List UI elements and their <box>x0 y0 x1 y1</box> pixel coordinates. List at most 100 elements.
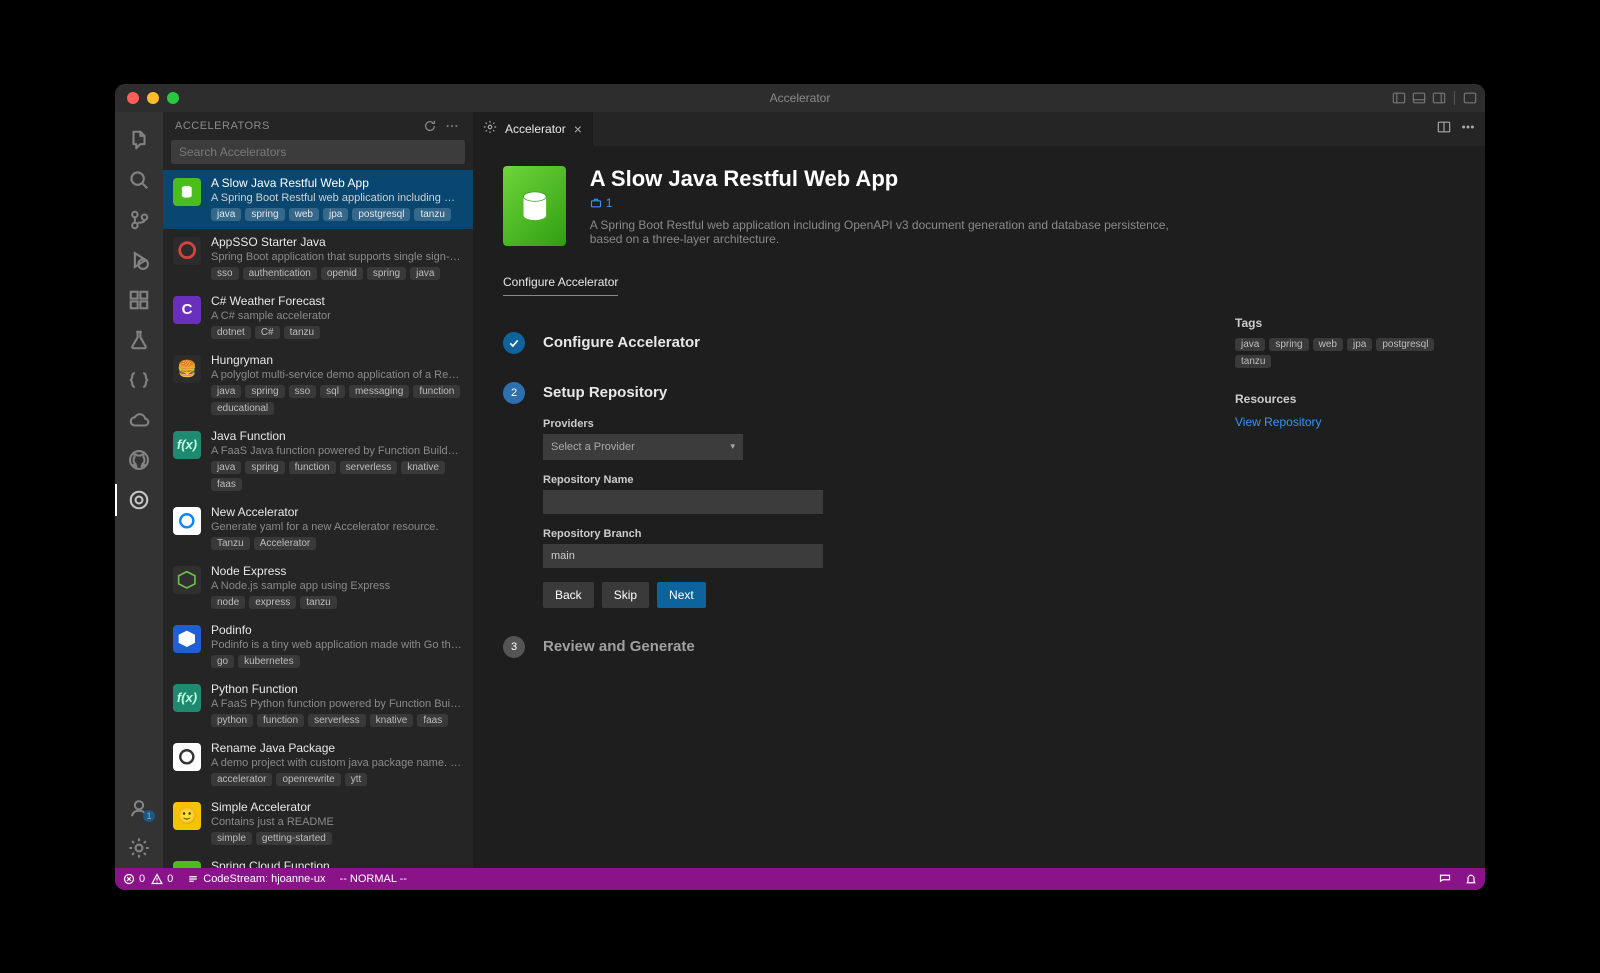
tag[interactable]: Tanzu <box>211 537 250 550</box>
tag[interactable]: accelerator <box>211 773 272 786</box>
tag[interactable]: postgresql <box>1376 338 1434 351</box>
accelerator-item[interactable]: 🙂 Simple Accelerator Contains just a REA… <box>163 794 473 853</box>
accelerator-item[interactable]: f(x) Python Function A FaaS Python funct… <box>163 676 473 735</box>
tag[interactable]: serverless <box>340 461 398 474</box>
tag[interactable]: serverless <box>308 714 366 727</box>
more-icon[interactable] <box>443 117 461 135</box>
extensions-icon[interactable] <box>115 280 163 320</box>
tag[interactable]: spring <box>1269 338 1308 351</box>
tag[interactable]: educational <box>211 402 274 415</box>
layout-left-icon[interactable] <box>1392 91 1406 105</box>
run-debug-icon[interactable] <box>115 240 163 280</box>
accelerator-list[interactable]: A Slow Java Restful Web App A Spring Boo… <box>163 170 473 868</box>
tag[interactable]: simple <box>211 832 252 845</box>
tag[interactable]: node <box>211 596 245 609</box>
tag[interactable]: knative <box>370 714 414 727</box>
split-editor-icon[interactable] <box>1437 120 1451 137</box>
tag[interactable]: sso <box>289 385 317 398</box>
tag[interactable]: messaging <box>349 385 409 398</box>
tag[interactable]: tanzu <box>300 596 336 609</box>
github-icon[interactable] <box>115 440 163 480</box>
tag[interactable]: dotnet <box>211 326 251 339</box>
layout-right-icon[interactable] <box>1432 91 1446 105</box>
tag[interactable]: express <box>249 596 296 609</box>
tag[interactable]: authentication <box>243 267 317 280</box>
accelerator-item[interactable]: C C# Weather Forecast A C# sample accele… <box>163 288 473 347</box>
explorer-icon[interactable] <box>115 120 163 160</box>
tag[interactable]: sql <box>320 385 345 398</box>
status-bell-icon[interactable] <box>1465 873 1477 885</box>
tag[interactable]: tanzu <box>414 208 450 221</box>
repo-name-input[interactable] <box>543 490 823 514</box>
tag[interactable]: sso <box>211 267 239 280</box>
status-codestream[interactable]: CodeStream: hjoanne-ux <box>187 873 325 885</box>
close-icon[interactable]: × <box>574 122 582 136</box>
tag[interactable]: java <box>211 461 241 474</box>
tag[interactable]: jpa <box>323 208 348 221</box>
tag[interactable]: spring <box>245 385 284 398</box>
tag[interactable]: tanzu <box>1235 355 1271 368</box>
tag[interactable]: function <box>289 461 336 474</box>
tag[interactable]: kubernetes <box>238 655 299 668</box>
tag[interactable]: openrewrite <box>276 773 340 786</box>
source-control-icon[interactable] <box>115 200 163 240</box>
tag[interactable]: jpa <box>1347 338 1372 351</box>
repo-branch-input[interactable] <box>543 544 823 568</box>
search-icon[interactable] <box>115 160 163 200</box>
accelerator-item[interactable]: f(x) Java Function A FaaS Java function … <box>163 423 473 499</box>
status-errors[interactable]: 0 <box>123 873 145 885</box>
search-input[interactable] <box>171 140 465 164</box>
tag[interactable]: C# <box>255 326 280 339</box>
tag[interactable]: java <box>211 385 241 398</box>
status-warnings[interactable]: 0 <box>151 873 173 885</box>
accounts-icon[interactable]: 1 <box>115 788 163 828</box>
accelerator-item[interactable]: Podinfo Podinfo is a tiny web applicatio… <box>163 617 473 676</box>
cloud-icon[interactable] <box>115 400 163 440</box>
tag[interactable]: java <box>1235 338 1265 351</box>
view-repository-link[interactable]: View Repository <box>1235 415 1321 429</box>
tag[interactable]: getting-started <box>256 832 332 845</box>
tag[interactable]: Accelerator <box>254 537 317 550</box>
tag[interactable]: openid <box>321 267 363 280</box>
tag[interactable]: spring <box>245 208 284 221</box>
tab-accelerator[interactable]: Accelerator × <box>473 112 593 146</box>
layout-full-icon[interactable] <box>1463 91 1477 105</box>
tag[interactable]: faas <box>417 714 448 727</box>
tag[interactable]: ytt <box>345 773 368 786</box>
subtab-configure[interactable]: Configure Accelerator <box>503 275 618 296</box>
tag[interactable]: web <box>1313 338 1343 351</box>
tag[interactable]: function <box>257 714 304 727</box>
accelerator-item[interactable]: Node Express A Node.js sample app using … <box>163 558 473 617</box>
tag[interactable]: postgresql <box>352 208 410 221</box>
tanzu-icon[interactable] <box>115 480 163 520</box>
tag[interactable]: faas <box>211 478 242 491</box>
detail-badge[interactable]: 1 <box>590 196 613 210</box>
settings-icon[interactable] <box>115 828 163 868</box>
refresh-icon[interactable] <box>421 117 439 135</box>
layout-bottom-icon[interactable] <box>1412 91 1426 105</box>
tag[interactable]: spring <box>245 461 284 474</box>
skip-button[interactable]: Skip <box>602 582 649 608</box>
providers-select[interactable]: Select a Provider ▾ <box>543 434 743 460</box>
accelerator-item[interactable]: Spring Cloud Function A simple Spring Cl… <box>163 853 473 868</box>
accelerator-item[interactable]: New Accelerator Generate yaml for a new … <box>163 499 473 558</box>
back-button[interactable]: Back <box>543 582 594 608</box>
accelerator-item[interactable]: Rename Java Package A demo project with … <box>163 735 473 794</box>
tag[interactable]: go <box>211 655 234 668</box>
tag[interactable]: tanzu <box>284 326 320 339</box>
bracket-icon[interactable] <box>115 360 163 400</box>
tag[interactable]: java <box>410 267 440 280</box>
tag[interactable]: knative <box>401 461 445 474</box>
tag[interactable]: python <box>211 714 253 727</box>
tag[interactable]: java <box>211 208 241 221</box>
accelerator-item[interactable]: 🍔 Hungryman A polyglot multi-service dem… <box>163 347 473 423</box>
accelerator-item[interactable]: A Slow Java Restful Web App A Spring Boo… <box>163 170 473 229</box>
status-feedback-icon[interactable] <box>1439 873 1451 885</box>
accelerator-item[interactable]: AppSSO Starter Java Spring Boot applicat… <box>163 229 473 288</box>
next-button[interactable]: Next <box>657 582 706 608</box>
beaker-icon[interactable] <box>115 320 163 360</box>
editor-more-icon[interactable] <box>1461 120 1475 137</box>
tag[interactable]: spring <box>367 267 406 280</box>
tag[interactable]: function <box>413 385 460 398</box>
tag[interactable]: web <box>289 208 319 221</box>
